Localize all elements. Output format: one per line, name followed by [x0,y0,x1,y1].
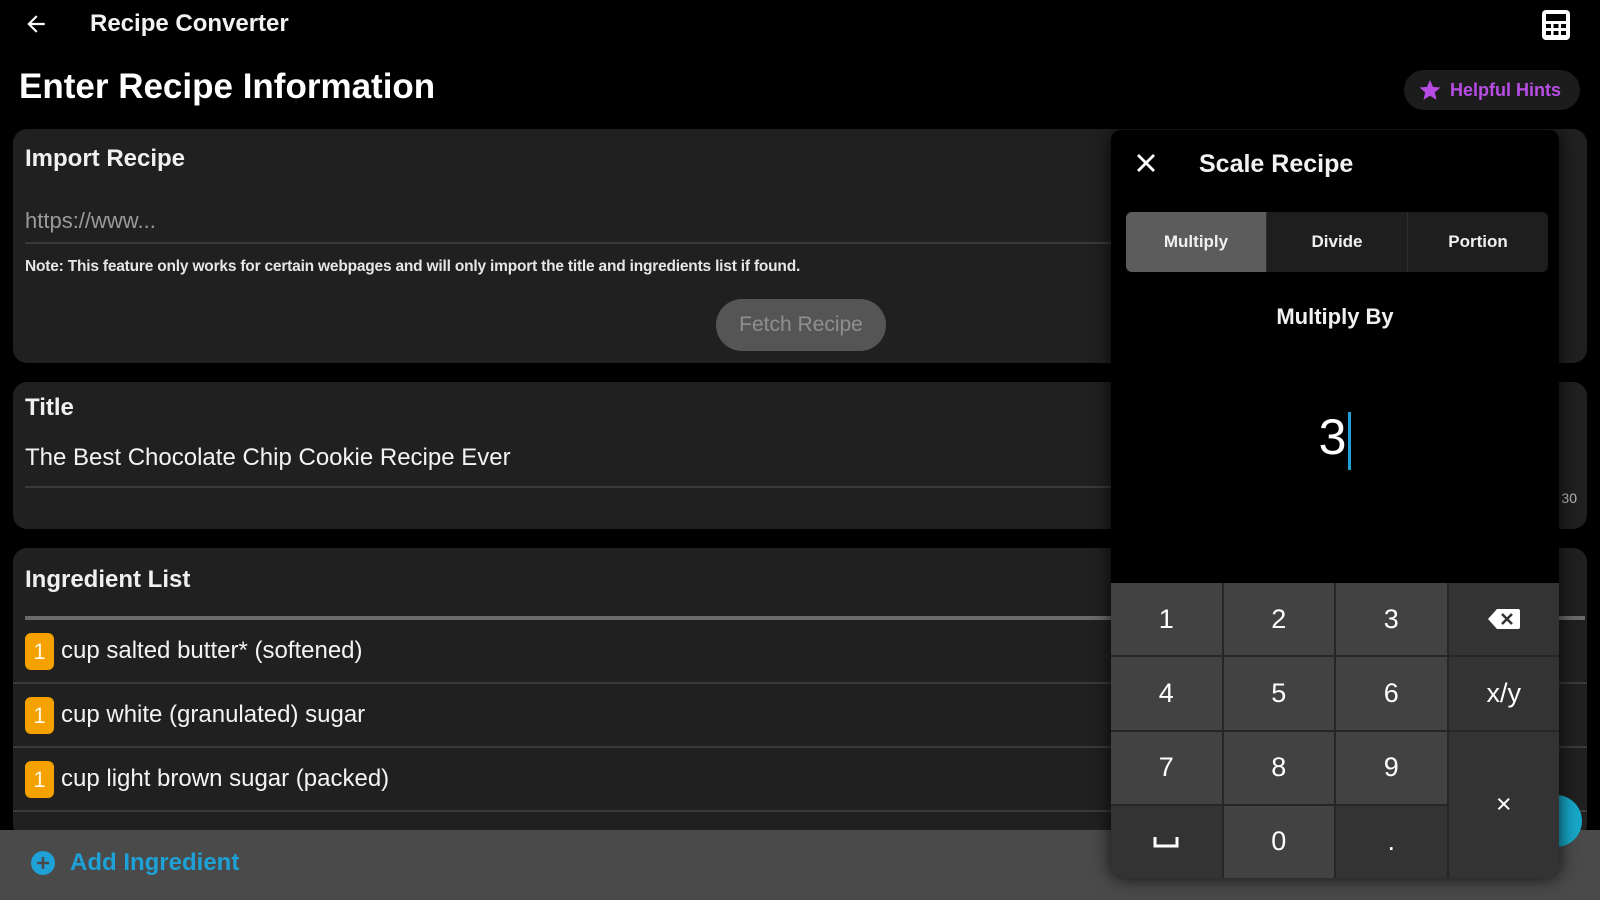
scale-mode-tabs: Multiply Divide Portion [1126,212,1548,272]
star-icon [1419,80,1441,100]
key-1[interactable]: 1 [1111,583,1222,656]
multiplier-input[interactable]: 3 [1111,408,1559,470]
recipe-title-field[interactable]: The Best Chocolate Chip Cookie Recipe Ev… [25,444,511,472]
arrow-left-icon [27,15,45,33]
key-multiply[interactable]: × [1448,731,1559,878]
ingredient-text: cup white (granulated) sugar [61,701,366,728]
multiplier-value: 3 [1318,409,1347,465]
key-3[interactable]: 3 [1336,583,1447,656]
title-heading: Title [25,394,74,421]
quantity-badge[interactable]: 1 [25,697,54,734]
add-ingredient-label: Add Ingredient [70,849,240,876]
ingredient-text: cup salted butter* (softened) [61,637,363,664]
key-0[interactable]: 0 [1223,805,1334,878]
calculator-button[interactable] [1538,7,1574,43]
fetch-recipe-button[interactable]: Fetch Recipe [716,299,886,351]
title-underline [25,486,1125,488]
plus-circle-icon [31,851,55,875]
space-icon [1153,836,1179,848]
tab-divide[interactable]: Divide [1267,212,1408,272]
key-5[interactable]: 5 [1223,657,1334,730]
text-caret [1348,411,1352,470]
scale-recipe-dialog: Scale Recipe Multiply Divide Portion Mul… [1111,130,1559,878]
back-button[interactable] [20,8,52,40]
key-2[interactable]: 2 [1223,583,1334,656]
quantity-badge[interactable]: 1 [25,761,54,798]
recipe-url-input[interactable] [25,200,1125,244]
key-space[interactable] [1111,805,1222,878]
tab-portion[interactable]: Portion [1408,212,1548,272]
close-icon [1137,154,1155,172]
app-title: Recipe Converter [90,10,289,37]
helpful-hints-button[interactable]: Helpful Hints [1404,70,1580,110]
numeric-keypad: 1 2 3 4 5 6 x/y 7 8 9 × 0 . [1111,583,1559,878]
import-recipe-heading: Import Recipe [25,145,186,172]
ingredient-list-heading: Ingredient List [25,566,191,593]
import-note: Note: This feature only works for certai… [25,258,801,275]
ingredient-text: cup light brown sugar (packed) [61,765,390,792]
key-4[interactable]: 4 [1111,657,1222,730]
title-char-counter: 30 [1561,490,1577,506]
key-fraction[interactable]: x/y [1448,657,1559,730]
dialog-title: Scale Recipe [1199,150,1354,178]
key-6[interactable]: 6 [1336,657,1447,730]
calculator-icon [1542,10,1570,40]
key-9[interactable]: 9 [1336,731,1447,804]
helpful-hints-label: Helpful Hints [1450,79,1561,100]
add-ingredient-button[interactable]: Add Ingredient [30,847,239,879]
app-bar: Recipe Converter [0,0,1600,52]
key-decimal[interactable]: . [1336,805,1447,878]
page-title: Enter Recipe Information [19,67,436,106]
tab-multiply[interactable]: Multiply [1126,212,1267,272]
close-button[interactable] [1131,148,1161,178]
key-backspace[interactable] [1448,583,1559,656]
multiply-by-label: Multiply By [1276,304,1394,329]
key-8[interactable]: 8 [1223,731,1334,804]
quantity-badge[interactable]: 1 [25,633,54,670]
key-7[interactable]: 7 [1111,731,1222,804]
backspace-icon [1487,609,1520,630]
